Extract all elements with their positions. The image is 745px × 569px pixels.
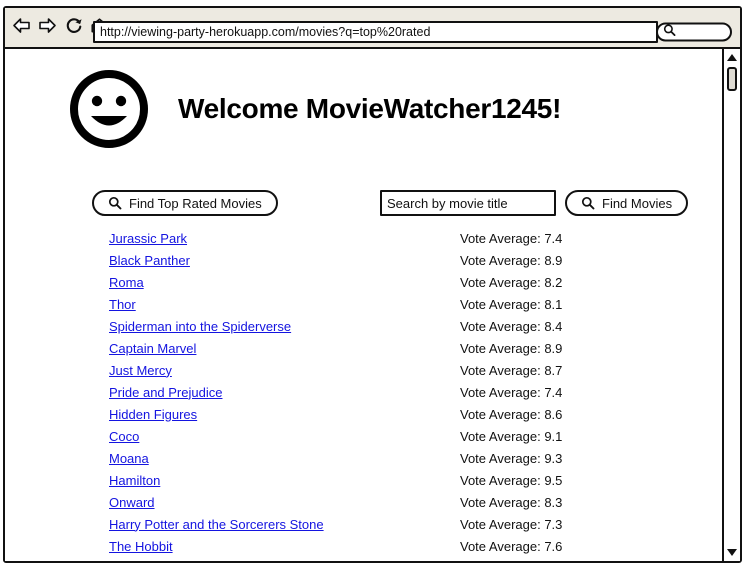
movie-title-link[interactable]: Onward: [109, 495, 155, 510]
movie-title-link[interactable]: Hamilton: [109, 473, 160, 488]
movie-vote-average: Vote Average: 8.3: [460, 494, 563, 510]
scrollbar-track[interactable]: [724, 65, 740, 545]
smiley-face-icon: [67, 67, 151, 151]
search-icon: [581, 196, 595, 210]
movie-row: Roma Vote Average: 8.2: [5, 271, 722, 293]
find-top-rated-movies-button[interactable]: Find Top Rated Movies: [92, 190, 278, 216]
movie-vote-average: Vote Average: 9.3: [460, 450, 563, 466]
find-movies-label: Find Movies: [602, 195, 673, 211]
search-icon: [108, 196, 122, 210]
movie-vote-average: Vote Average: 7.4: [460, 384, 563, 400]
movie-vote-average: Vote Average: 8.1: [460, 296, 563, 312]
page-header: Welcome MovieWatcher1245!: [67, 67, 561, 151]
page-content: Welcome MovieWatcher1245! Find Top Rated…: [5, 49, 722, 561]
movie-row: The Hobbit Vote Average: 7.6: [5, 535, 722, 557]
movie-vote-average: Vote Average: 9.5: [460, 472, 563, 488]
movie-row: Thor Vote Average: 8.1: [5, 293, 722, 315]
movie-row: Moana Vote Average: 9.3: [5, 447, 722, 469]
url-text: http://viewing-party-herokuapp.com/movie…: [100, 25, 431, 39]
movie-row: Onward Vote Average: 8.3: [5, 491, 722, 513]
browser-search-box[interactable]: [656, 22, 732, 42]
vertical-scrollbar[interactable]: [722, 49, 740, 561]
triangle-up-icon[interactable]: [724, 50, 740, 65]
find-top-rated-movies-label: Find Top Rated Movies: [129, 195, 262, 211]
movie-row: Hidden Figures Vote Average: 8.6: [5, 403, 722, 425]
movie-row: Spiderman into the Spiderverse Vote Avera…: [5, 315, 722, 337]
movie-vote-average: Vote Average: 9.1: [460, 428, 563, 444]
movie-title-link[interactable]: Pride and Prejudice: [109, 385, 222, 400]
browser-window: http://viewing-party-herokuapp.com/movie…: [3, 6, 742, 563]
movie-title-link[interactable]: Coco: [109, 429, 139, 444]
movie-vote-average: Vote Average: 7.3: [460, 516, 563, 532]
movie-vote-average: Vote Average: 8.6: [460, 406, 563, 422]
movie-row: Captain Marvel Vote Average: 8.9: [5, 337, 722, 359]
triangle-down-icon[interactable]: [724, 545, 740, 560]
scroll-down-arrow: [727, 549, 737, 556]
movie-vote-average: Vote Average: 8.7: [460, 362, 563, 378]
reload-icon[interactable]: [63, 15, 84, 36]
back-arrow-icon[interactable]: [11, 15, 32, 36]
movie-title-link[interactable]: Roma: [109, 275, 144, 290]
movie-row: Black Panther Vote Average: 8.9: [5, 249, 722, 271]
movie-vote-average: Vote Average: 8.2: [460, 274, 563, 290]
movie-vote-average: Vote Average: 8.9: [460, 252, 563, 268]
movie-row: Jurassic Park Vote Average: 7.4: [5, 227, 722, 249]
controls-row: Find Top Rated Movies Find Movies: [5, 190, 722, 218]
search-icon: [663, 23, 676, 41]
search-movie-title-input[interactable]: [380, 190, 556, 216]
movie-title-link[interactable]: Captain Marvel: [109, 341, 196, 356]
movie-title-link[interactable]: Jurassic Park: [109, 231, 187, 246]
movie-vote-average: Vote Average: 8.9: [460, 340, 563, 356]
movie-title-link[interactable]: Harry Potter and the Sorcerers Stone: [109, 517, 324, 532]
browser-toolbar: http://viewing-party-herokuapp.com/movie…: [5, 8, 740, 49]
movie-row: Hamilton Vote Average: 9.5: [5, 469, 722, 491]
movie-row: Harry Potter and the Sorcerers Stone Vote…: [5, 513, 722, 535]
movie-title-link[interactable]: The Hobbit: [109, 539, 173, 554]
scrollbar-thumb[interactable]: [727, 67, 737, 91]
movie-title-link[interactable]: Spiderman into the Spiderverse: [109, 319, 291, 334]
movie-title-link[interactable]: Black Panther: [109, 253, 190, 268]
movie-title-link[interactable]: Hidden Figures: [109, 407, 197, 422]
scroll-up-arrow: [727, 54, 737, 61]
forward-arrow-icon[interactable]: [37, 15, 58, 36]
movie-vote-average: Vote Average: 7.4: [460, 230, 563, 246]
url-bar[interactable]: http://viewing-party-herokuapp.com/movie…: [93, 21, 658, 43]
movie-title-link[interactable]: Thor: [109, 297, 136, 312]
movie-title-link[interactable]: Moana: [109, 451, 149, 466]
movie-row: Coco Vote Average: 9.1: [5, 425, 722, 447]
movie-results-list: Jurassic Park Vote Average: 7.4 Black Pant…: [5, 227, 722, 557]
movie-vote-average: Vote Average: 7.6: [460, 538, 563, 554]
movie-row: Just Mercy Vote Average: 8.7: [5, 359, 722, 381]
movie-row: Pride and Prejudice Vote Average: 7.4: [5, 381, 722, 403]
find-movies-button[interactable]: Find Movies: [565, 190, 689, 216]
browser-viewport: Welcome MovieWatcher1245! Find Top Rated…: [5, 49, 740, 561]
movie-vote-average: Vote Average: 8.4: [460, 318, 563, 334]
page-title: Welcome MovieWatcher1245!: [178, 93, 562, 124]
movie-title-link[interactable]: Just Mercy: [109, 363, 172, 378]
